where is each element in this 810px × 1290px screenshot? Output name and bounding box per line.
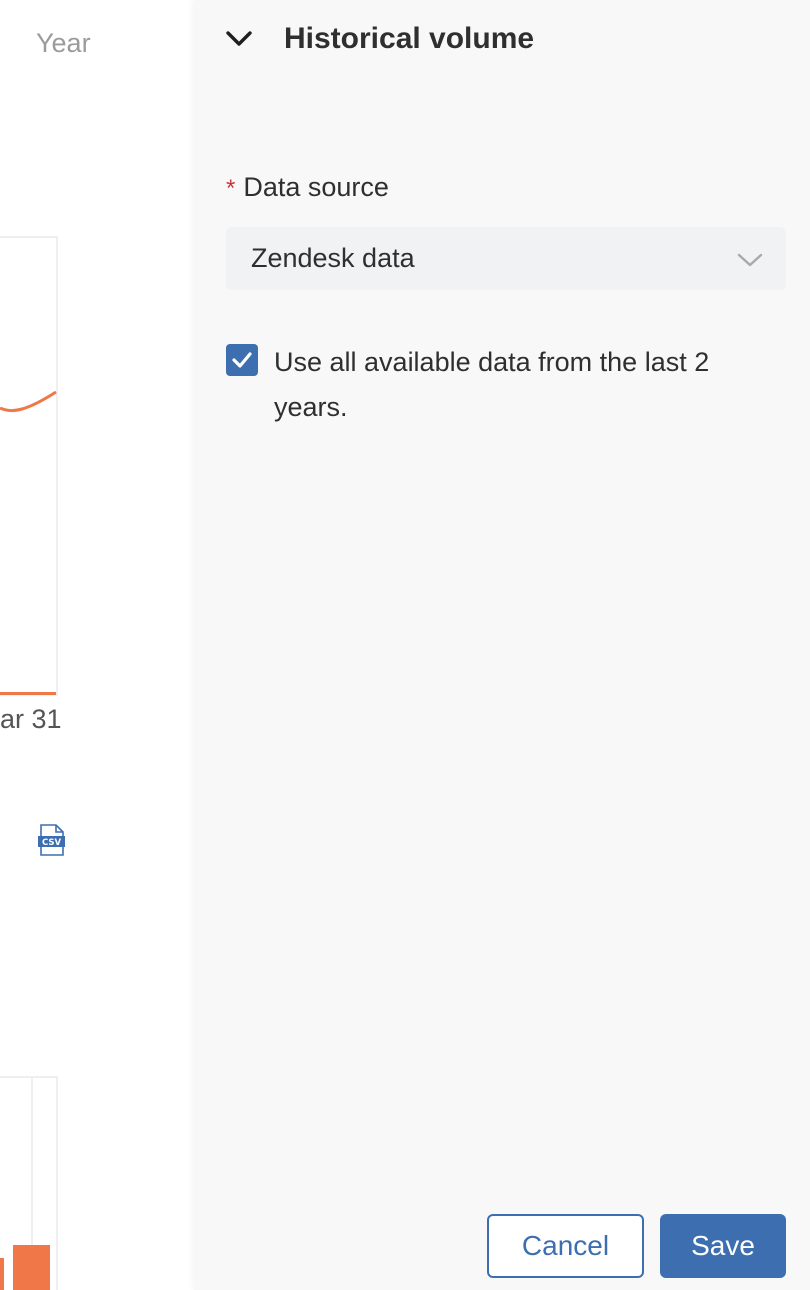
bar-chart-bar bbox=[13, 1245, 50, 1290]
data-source-label-text: Data source bbox=[243, 172, 389, 202]
data-source-select[interactable]: Zendesk data bbox=[226, 227, 786, 290]
line-chart-x-tick-label: ar 31 bbox=[0, 704, 62, 734]
app-root: Year ar 31 CSV Historical volume * Data … bbox=[0, 0, 810, 1290]
required-indicator: * bbox=[226, 175, 236, 202]
section-header-historical-volume[interactable]: Historical volume bbox=[224, 22, 534, 56]
checkmark-icon bbox=[232, 352, 252, 368]
bar-chart-bar bbox=[0, 1258, 4, 1290]
chevron-down-icon[interactable] bbox=[224, 24, 254, 54]
line-chart-series bbox=[0, 390, 57, 413]
chevron-down-icon bbox=[736, 247, 764, 273]
csv-file-icon[interactable]: CSV bbox=[38, 824, 66, 856]
section-title: Historical volume bbox=[284, 22, 535, 55]
use-all-data-label[interactable]: Use all available data from the last 2 y… bbox=[274, 340, 774, 430]
save-button[interactable]: Save bbox=[660, 1214, 786, 1278]
background-dashboard: Year ar 31 CSV bbox=[0, 0, 194, 1290]
data-source-selected-value: Zendesk data bbox=[251, 243, 415, 273]
svg-text:CSV: CSV bbox=[42, 838, 62, 848]
historical-volume-panel: Historical volume * Data source Zendesk … bbox=[194, 0, 810, 1290]
cancel-button[interactable]: Cancel bbox=[487, 1214, 644, 1278]
use-all-data-checkbox[interactable] bbox=[226, 344, 258, 376]
line-chart-baseline bbox=[0, 692, 56, 695]
data-source-label: * Data source bbox=[226, 172, 389, 203]
